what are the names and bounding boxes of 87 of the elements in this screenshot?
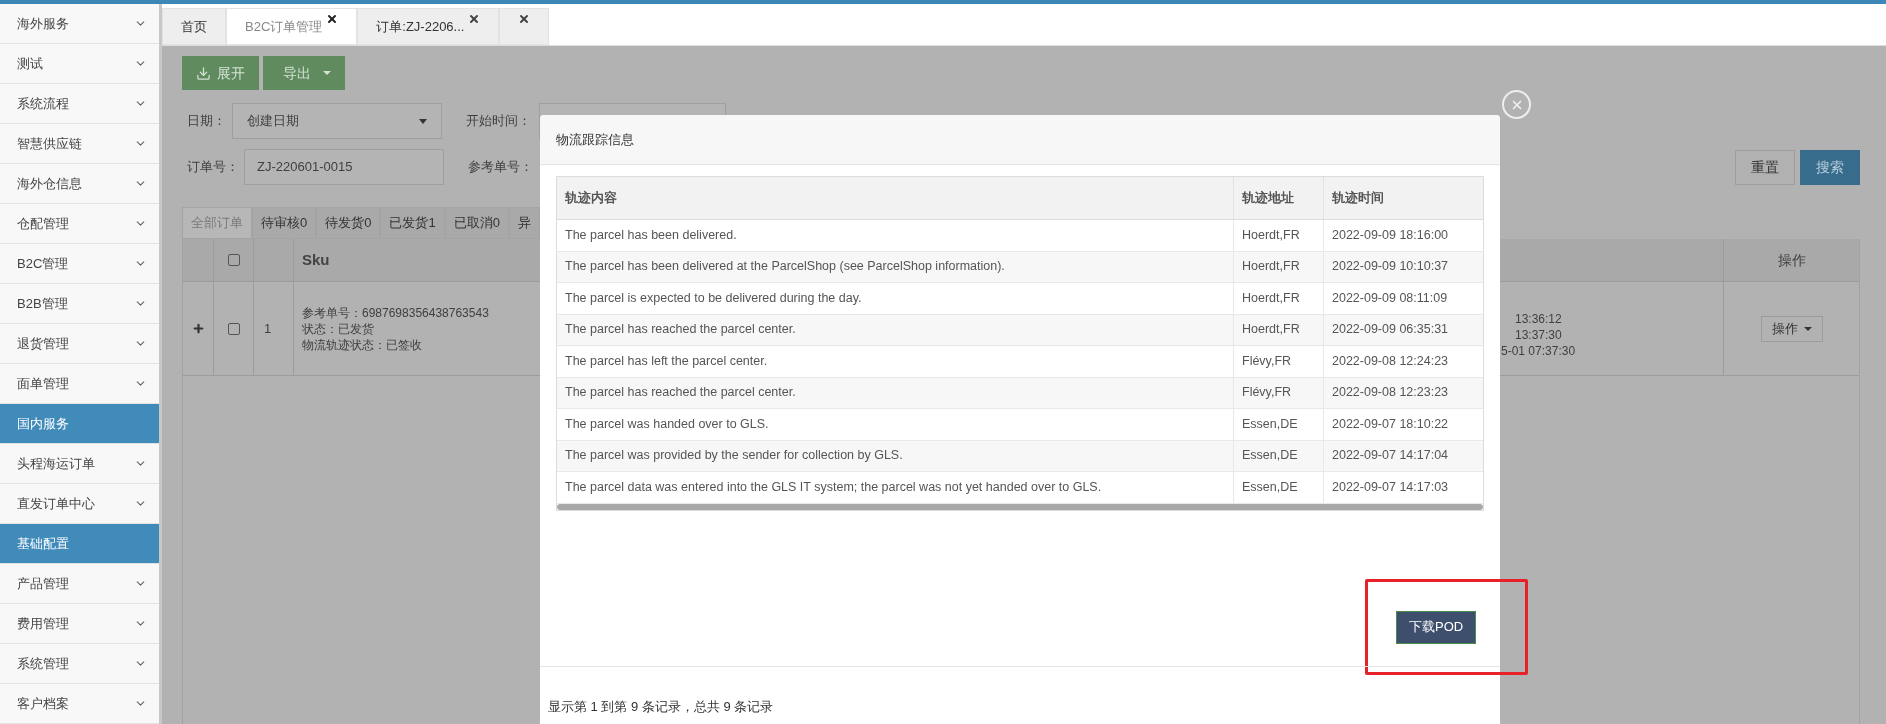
checkbox[interactable] xyxy=(227,254,240,266)
column-header: 轨迹时间 xyxy=(1332,189,1384,207)
download-pod-button[interactable]: 下载POD xyxy=(1396,610,1477,644)
order-detail-text: 参考单号：6987698356438763543 xyxy=(302,304,489,321)
table-cell-text: Flévy,FR xyxy=(1242,384,1292,402)
dialog-title: 物流跟踪信息 xyxy=(556,130,634,149)
page-tab[interactable]: 首页 xyxy=(162,8,226,45)
table-cell-text: 2022-09-09 06:35:31 xyxy=(1332,321,1449,339)
table-cell-text: The parcel has been delivered at the ParcelShop (see ParcelShop information). xyxy=(565,258,1005,276)
close-icon[interactable] xyxy=(326,13,339,25)
field-label: 开始时间： xyxy=(466,112,532,131)
table-cell-text: The parcel has left the parcel center. xyxy=(565,352,768,370)
sidebar-item[interactable]: 客户档案 xyxy=(0,684,159,724)
time-text: 5-01 07:37:30 xyxy=(1501,342,1577,359)
field-label: 参考单号： xyxy=(468,158,533,177)
table-cell-text: 2022-09-07 14:17:04 xyxy=(1332,447,1449,465)
table-cell-text: 2022-09-09 10:10:37 xyxy=(1332,258,1449,276)
table-cell-text: 2022-09-09 08:11:09 xyxy=(1332,289,1448,307)
status-tab[interactable]: 异 xyxy=(508,207,540,239)
table-cell-text: 2022-09-09 18:16:00 xyxy=(1332,226,1449,244)
status-tab[interactable]: 待发货0 xyxy=(316,207,381,239)
table-cell-text: 2022-09-08 12:24:23 xyxy=(1332,352,1449,370)
order-number-field[interactable]: ZJ-220601-0015 xyxy=(244,149,444,185)
table-cell-text: Essen,DE xyxy=(1242,447,1298,465)
sidebar-item[interactable]: B2C管理 xyxy=(0,244,159,284)
column-header: 轨迹内容 xyxy=(565,189,617,207)
sidebar-item[interactable]: 国内服务 xyxy=(0,404,159,444)
caret-icon xyxy=(1803,326,1812,331)
table-cell-text: The parcel has reached the parcel center. xyxy=(565,321,796,339)
field-label: 订单号： xyxy=(186,158,240,177)
sidebar-item[interactable]: 基础配置 xyxy=(0,524,159,564)
sidebar-item[interactable]: B2B管理 xyxy=(0,284,159,324)
column-header: 操作 xyxy=(1777,250,1806,270)
table-cell-text: The parcel has been delivered. xyxy=(565,226,737,244)
sidebar-item[interactable]: 系统流程 xyxy=(0,84,159,124)
table-cell-text: Hoerdt,FR xyxy=(1242,226,1300,244)
table-cell-text: The parcel data was entered into the GLS IT system; the parcel was not yet handed over to GLS. xyxy=(565,478,1102,496)
order-detail-text: 物流轨迹状态：已签收 xyxy=(302,336,423,353)
column-header: Sku xyxy=(302,249,330,270)
page-tab[interactable] xyxy=(499,8,550,45)
table-cell-text: Essen,DE xyxy=(1242,478,1298,496)
checkbox[interactable] xyxy=(227,322,240,335)
action-button[interactable]: 操作 xyxy=(1760,315,1823,342)
column-header: 轨迹地址 xyxy=(1242,189,1294,207)
sidebar-item[interactable]: 退货管理 xyxy=(0,324,159,364)
page-tab[interactable]: 订单:ZJ-2206... xyxy=(357,8,500,45)
caret-icon xyxy=(323,71,331,75)
sidebar-item[interactable]: 产品管理 xyxy=(0,564,159,604)
table-cell-text: Hoerdt,FR xyxy=(1242,258,1300,276)
search-button[interactable]: 搜索 xyxy=(1800,149,1860,185)
table-cell-text: 2022-09-07 18:10:22 xyxy=(1332,415,1449,433)
sidebar-item[interactable]: 海外服务 xyxy=(0,4,159,44)
page-tab[interactable]: B2C订单管理 xyxy=(226,8,358,45)
status-tab[interactable]: 已发货1 xyxy=(380,207,445,239)
reset-button[interactable]: 重置 xyxy=(1735,149,1795,185)
table-cell-text: 2022-09-07 14:17:03 xyxy=(1332,478,1449,496)
status-tab[interactable]: 已取消0 xyxy=(444,207,509,239)
row-number: 1 xyxy=(264,319,272,338)
table-cell-text: The parcel is expected to be delivered during the day. xyxy=(565,289,862,307)
sidebar-item[interactable]: 智慧供应链 xyxy=(0,124,159,164)
download-icon xyxy=(196,65,211,81)
scrollbar[interactable] xyxy=(557,503,1483,510)
order-detail-text: 状态：已发货 xyxy=(302,320,375,337)
table-cell-text: Essen,DE xyxy=(1242,415,1298,433)
caret-icon xyxy=(419,118,427,124)
expand-icon[interactable] xyxy=(191,322,205,335)
table-cell-text: The parcel was provided by the sender for collection by GLS. xyxy=(565,447,903,465)
pagination-info: 显示第 1 到第 9 条记录，总共 9 条记录 xyxy=(548,697,774,716)
sidebar-item[interactable]: 仓配管理 xyxy=(0,204,159,244)
sidebar-item[interactable]: 海外仓信息 xyxy=(0,164,159,204)
table-cell-text: Hoerdt,FR xyxy=(1242,289,1300,307)
sidebar-item[interactable]: 系统管理 xyxy=(0,644,159,684)
table-cell-text: Flévy,FR xyxy=(1242,352,1292,370)
table-cell-text: Hoerdt,FR xyxy=(1242,321,1300,339)
time-text: 13:36:12 xyxy=(1514,310,1563,327)
table-cell-text: 2022-09-08 12:23:23 xyxy=(1332,384,1449,402)
status-tab[interactable]: 待审核0 xyxy=(252,207,317,239)
table-cell-text: The parcel has reached the parcel center. xyxy=(565,384,796,402)
date-type-select[interactable]: 创建日期 xyxy=(232,103,442,139)
sidebar-item[interactable]: 费用管理 xyxy=(0,604,159,644)
close-icon[interactable] xyxy=(518,13,531,25)
time-text: 13:37:30 xyxy=(1514,326,1563,343)
field-label: 日期： xyxy=(186,112,227,131)
table-cell-text: The parcel was handed over to GLS. xyxy=(565,415,769,433)
sidebar-item[interactable]: 头程海运订单 xyxy=(0,444,159,484)
sidebar-item[interactable]: 测试 xyxy=(0,44,159,84)
close-icon[interactable] xyxy=(468,13,481,25)
